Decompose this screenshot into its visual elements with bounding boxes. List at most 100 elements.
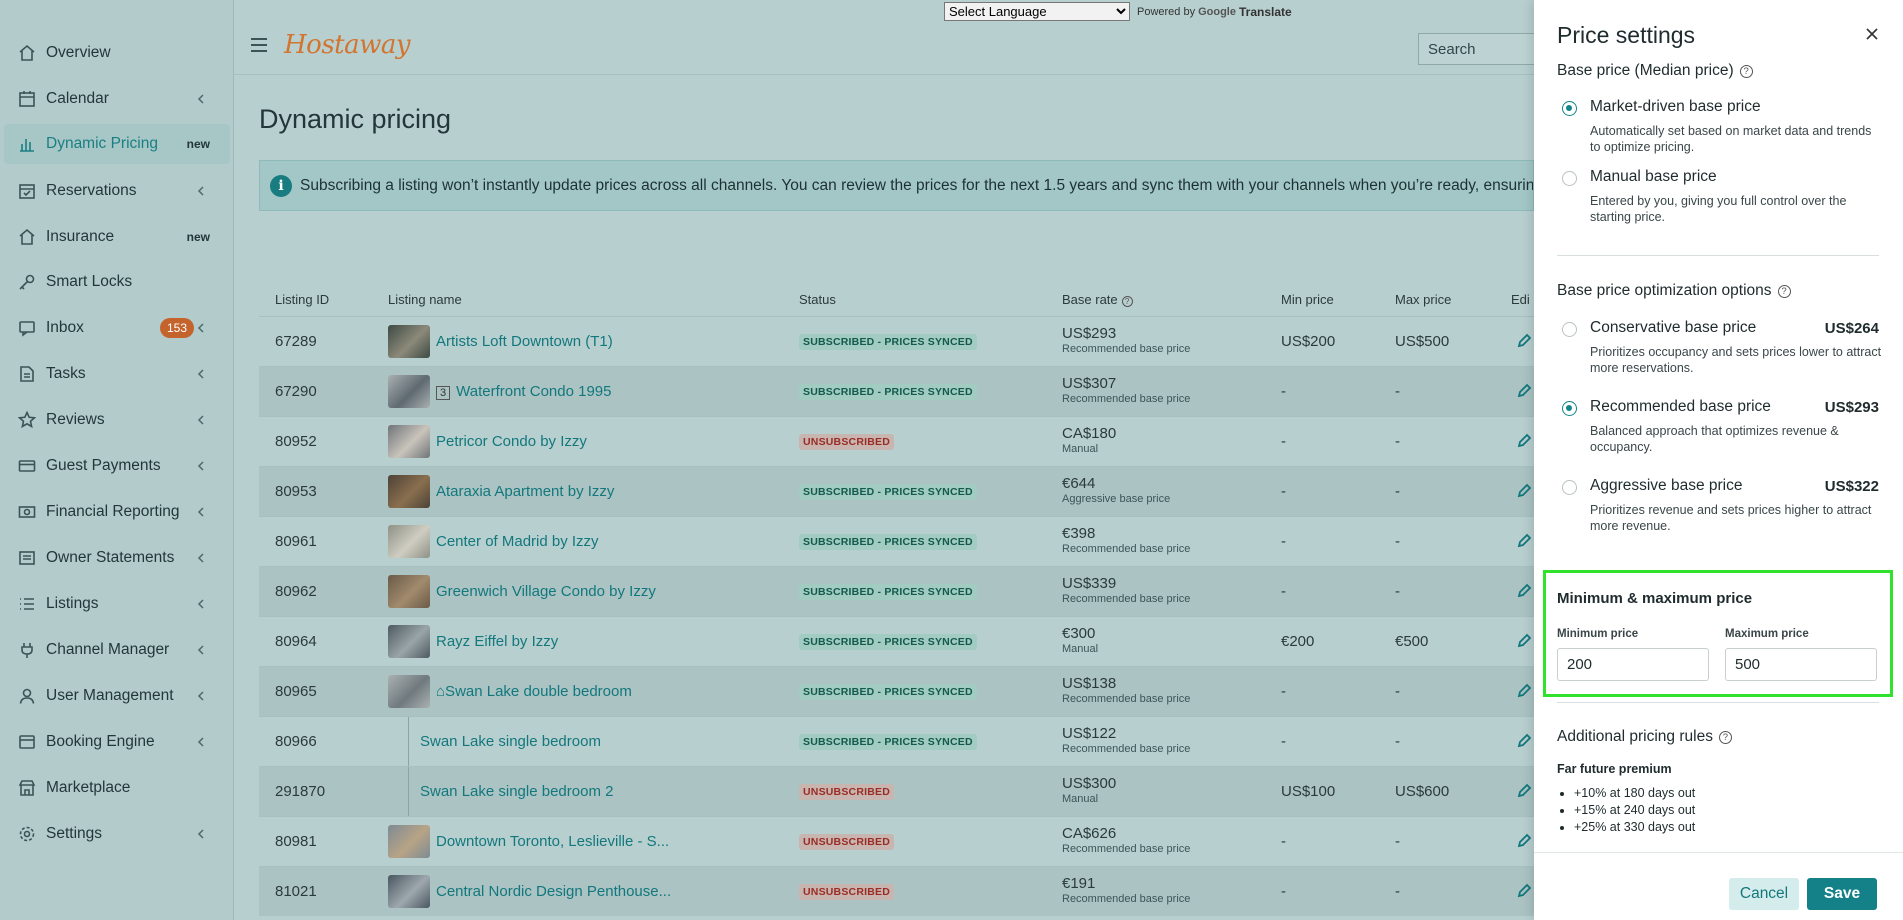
sidebar-item-channel-manager[interactable]: Channel Manager [4,630,230,670]
sidebar-item-listings[interactable]: Listings [4,584,230,624]
sidebar-item-label: Dynamic Pricing [46,135,158,152]
table-row[interactable]: 67290 3 Waterfront Condo 1995 SUBSCRIBED … [259,366,1534,416]
edit-pencil-icon[interactable] [1516,883,1532,899]
listing-id: 80953 [275,483,317,500]
listing-name-link[interactable]: Swan Lake single bedroom 2 [420,783,613,800]
listing-name-link[interactable]: Rayz Eiffel by Izzy [436,633,558,650]
help-icon[interactable]: ? [1718,730,1732,744]
table-row[interactable]: 80961 Center of Madrid by Izzy SUBSCRIBE… [259,516,1534,566]
edit-pencil-icon[interactable] [1516,433,1532,449]
market-driven-radio[interactable] [1562,101,1577,116]
listing-name: Central Nordic Design Penthouse... [436,883,672,900]
conservative-radio[interactable] [1562,322,1577,337]
edit-pencil-icon[interactable] [1516,733,1532,749]
manual-radio[interactable] [1562,171,1577,186]
hamburger-menu-icon[interactable] [251,38,267,52]
edit-pencil-icon[interactable] [1516,583,1532,599]
edit-pencil-icon[interactable] [1516,833,1532,849]
column-header-base-rate[interactable]: Base rate? [1062,292,1133,307]
base-rate-amount: €398 [1062,525,1096,542]
cancel-button[interactable]: Cancel [1729,878,1799,910]
table-row[interactable]: 80965 ⌂Swan Lake double bedroom SUBSCRIB… [259,666,1534,716]
listing-name-link[interactable]: Petricor Condo by Izzy [436,433,587,450]
base-rate-amount: CA$180 [1062,425,1117,442]
table-row[interactable]: 291870 Swan Lake single bedroom 2 UNSUBS… [259,766,1534,817]
column-header-listing-id[interactable]: Listing ID [275,292,329,307]
recommended-radio[interactable] [1562,401,1577,416]
base-rate-amount: US$293 [1062,325,1117,342]
listing-name-link[interactable]: Central Nordic Design Penthouse... [436,883,671,900]
listing-name-link[interactable]: Downtown Toronto, Leslieville - S... [436,833,669,850]
listing-name-link[interactable]: Greenwich Village Condo by Izzy [436,583,656,600]
store-icon [18,779,36,797]
translate-link[interactable]: Translate [1239,5,1292,19]
market-driven-option[interactable]: Market-driven base price Automatically s… [1562,98,1882,160]
listing-name-link[interactable]: ⌂Swan Lake double bedroom [436,683,632,700]
base-price-label: Base price (Median price) ? [1557,62,1753,80]
sidebar-item-calendar[interactable]: Calendar [4,79,230,119]
column-header-max-price[interactable]: Max price [1395,292,1451,307]
aggressive-option[interactable]: Aggressive base price US$322 Prioritizes… [1562,477,1882,539]
edit-pencil-icon[interactable] [1516,483,1532,499]
table-row[interactable]: 81021 Central Nordic Design Penthouse...… [259,866,1534,916]
min-price-input[interactable] [1557,648,1709,681]
save-button[interactable]: Save [1807,878,1877,910]
edit-pencil-icon[interactable] [1516,633,1532,649]
max-price: €500 [1395,633,1429,650]
sidebar-item-overview[interactable]: Overview [4,33,230,73]
table-row[interactable]: 80953 Ataraxia Apartment by Izzy SUBSCRI… [259,466,1534,516]
sidebar-item-reservations[interactable]: Reservations [4,171,230,211]
sidebar-item-guest-payments[interactable]: Guest Payments [4,446,230,486]
sidebar-item-smart-locks[interactable]: Smart Locks [4,262,230,302]
min-price: - [1281,733,1286,750]
aggressive-radio[interactable] [1562,480,1577,495]
help-icon[interactable]: ? [1739,64,1753,78]
sidebar-item-reviews[interactable]: Reviews [4,400,230,440]
home-icon [18,44,36,62]
sidebar-item-owner-statements[interactable]: Owner Statements [4,538,230,578]
sidebar-item-inbox[interactable]: Inbox 153 [4,308,230,348]
close-icon[interactable] [1863,25,1881,43]
google-logo: Google [1198,5,1236,18]
table-row[interactable]: 80964 Rayz Eiffel by Izzy SUBSCRIBED - P… [259,616,1534,666]
sidebar-item-booking-engine[interactable]: Booking Engine [4,722,230,762]
listing-name-link[interactable]: Swan Lake single bedroom [420,733,601,750]
sidebar-item-label: Overview [46,44,111,61]
conservative-option[interactable]: Conservative base price US$264 Prioritiz… [1562,319,1882,381]
sidebar-item-dynamic-pricing[interactable]: Dynamic Pricing new [4,124,230,164]
language-select[interactable]: Select Language [944,2,1130,21]
listing-name-link[interactable]: Ataraxia Apartment by Izzy [436,483,614,500]
sidebar-item-insurance[interactable]: Insurance new [4,217,230,257]
column-header-listing-name[interactable]: Listing name [388,292,462,307]
sidebar-item-financial-reporting[interactable]: Financial Reporting [4,492,230,532]
edit-pencil-icon[interactable] [1516,533,1532,549]
sidebar-item-user-management[interactable]: User Management [4,676,230,716]
hostaway-logo[interactable]: Hostaway [284,30,411,60]
listing-name-link[interactable]: Artists Loft Downtown (T1) [436,333,613,350]
listing-name-link[interactable]: Center of Madrid by Izzy [436,533,599,550]
base-rate: €300 Manual [1062,625,1098,655]
table-row[interactable]: 80952 Petricor Condo by Izzy UNSUBSCRIBE… [259,416,1534,466]
table-row[interactable]: 80981 Downtown Toronto, Leslieville - S.… [259,816,1534,866]
help-icon[interactable]: ? [1777,284,1791,298]
table-row[interactable]: 80962 Greenwich Village Condo by Izzy SU… [259,566,1534,616]
listing-id: 67289 [275,333,317,350]
table-row[interactable]: 67289 Artists Loft Downtown (T1) SUBSCRI… [259,316,1534,366]
max-price-input[interactable] [1725,648,1877,681]
edit-pencil-icon[interactable] [1516,333,1532,349]
sidebar-item-tasks[interactable]: Tasks [4,354,230,394]
listing-name-link[interactable]: 3 Waterfront Condo 1995 [436,383,612,400]
manual-option[interactable]: Manual base price Entered by you, giving… [1562,168,1882,230]
edit-pencil-icon[interactable] [1516,383,1532,399]
column-header-min-price[interactable]: Min price [1281,292,1334,307]
min-price: US$100 [1281,783,1336,800]
edit-pencil-icon[interactable] [1516,783,1532,799]
column-header-status[interactable]: Status [799,292,836,307]
sidebar-item-settings[interactable]: Settings [4,814,230,854]
sidebar-item-marketplace[interactable]: Marketplace [4,768,230,808]
listing-id: 80952 [275,433,317,450]
table-row[interactable]: 80966 Swan Lake single bedroom SUBSCRIBE… [259,716,1534,767]
search-input[interactable]: Search [1418,33,1548,65]
recommended-option[interactable]: Recommended base price US$293 Balanced a… [1562,398,1882,460]
edit-pencil-icon[interactable] [1516,683,1532,699]
